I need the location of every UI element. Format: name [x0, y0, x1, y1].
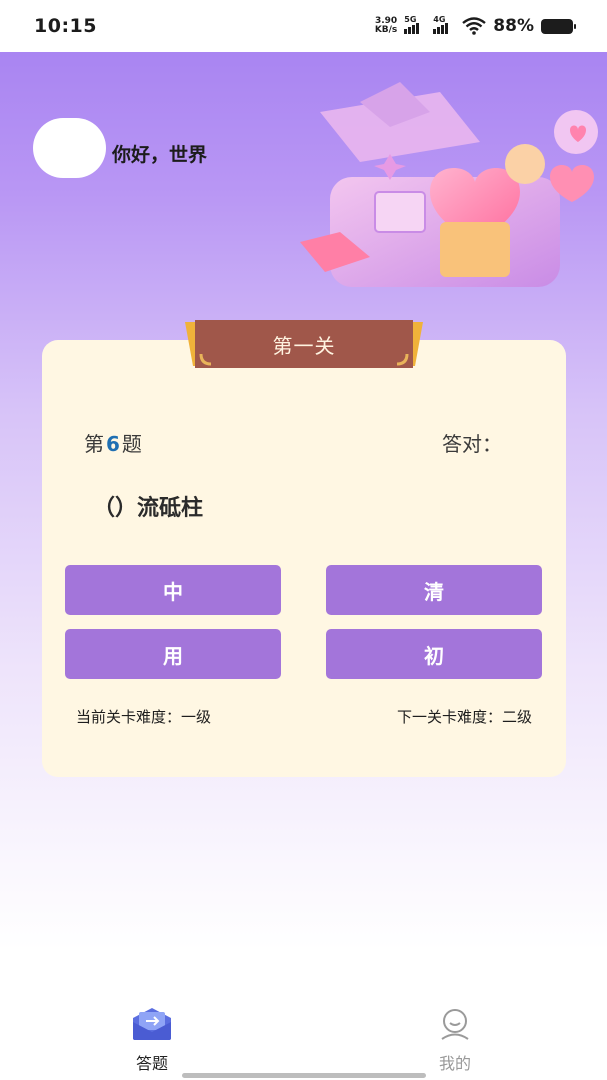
option-button-2[interactable]: 清 [326, 565, 542, 615]
tab-quiz[interactable]: 答题 [112, 1008, 192, 1074]
signal-4g-icon: 4G [433, 15, 455, 34]
question-index: 第6题 [84, 432, 142, 456]
question-number: 6 [106, 432, 120, 456]
level-title: 第一关 [272, 334, 336, 358]
tab-profile-label: 我的 [438, 1054, 471, 1073]
correct-count-label: 答对： [442, 432, 502, 456]
tab-quiz-label: 答题 [135, 1054, 168, 1073]
clock: 10:15 [34, 15, 97, 37]
question-text: （）流砥柱 [93, 496, 204, 521]
option-button-3[interactable]: 用 [65, 629, 281, 679]
gift-box-illustration-icon [300, 82, 598, 287]
wifi-icon [462, 17, 487, 35]
current-difficulty: 当前关卡难度：一级 [76, 708, 212, 726]
battery-icon [541, 18, 576, 34]
next-difficulty: 下一关卡难度：二级 [396, 708, 532, 726]
option-button-4[interactable]: 初 [326, 629, 542, 679]
status-bar: 10:15 3.90 KB/s 5G 4G 88% [0, 0, 607, 52]
quiz-icon [133, 1008, 171, 1040]
home-indicator[interactable] [182, 1073, 426, 1078]
signal-5g-icon: 5G [404, 15, 426, 34]
status-icons: 3.90 KB/s 5G 4G 88% [374, 15, 576, 36]
option-button-1[interactable]: 中 [65, 565, 281, 615]
greeting-text: 你好，世界 [112, 144, 208, 166]
profile-icon [441, 1009, 469, 1040]
network-speed: 3.90 KB/s [374, 16, 398, 35]
battery-percent: 88% [493, 16, 534, 36]
tab-profile[interactable]: 我的 [415, 1008, 495, 1074]
avatar[interactable] [33, 118, 106, 178]
